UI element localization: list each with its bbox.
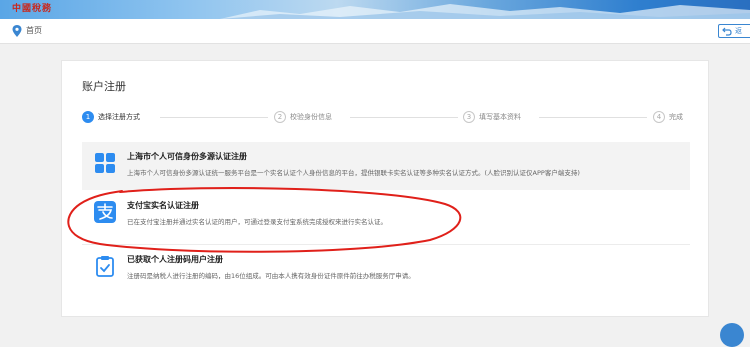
option-title: 上海市个人可信身份多源认证注册 [127,152,247,161]
grid-icon [95,153,115,173]
back-arrow-icon [722,27,732,36]
step-connector [160,117,268,118]
step-number: 1 [82,111,94,123]
step-connector [539,117,647,118]
page-title: 账户注册 [82,80,126,93]
step-number: 4 [653,111,665,123]
nav-bar: 首页 返 [0,19,750,44]
clipboard-check-icon [96,256,114,277]
step-number: 3 [463,111,475,123]
step-label: 选择注册方式 [98,113,140,121]
back-label: 返 [735,27,742,35]
step-connector [350,117,458,118]
top-banner: 中國稅務 [0,0,750,19]
option-description: 注册码是纳税人进行注册的编码，由16位组成。可由本人携有效身份证件原件前往办税服… [127,272,415,280]
site-logo: 中國稅務 [12,4,53,14]
banner-mountains-image [220,4,750,19]
step-number: 2 [274,111,286,123]
chat-float-button[interactable] [720,323,744,347]
option-title: 已获取个人注册码用户注册 [127,255,223,264]
option-trusted-identity-registration[interactable]: 上海市个人可信身份多源认证注册 上海市个人可信身份多源认证统一服务平台是一个实名… [82,142,690,190]
home-link[interactable]: 首页 [26,25,42,37]
red-circle-annotation [67,187,462,253]
location-pin-icon [12,25,22,37]
back-button[interactable]: 返 [718,24,750,38]
step-label: 完成 [669,113,683,121]
step-label: 填写基本资料 [479,113,521,121]
step-label: 校验身份信息 [290,113,332,121]
option-description: 上海市个人可信身份多源认证统一服务平台是一个实名认证个人身份信息的平台，提供银联… [127,169,580,177]
registration-steps: 1 选择注册方式 2 校验身份信息 3 填写基本资料 4 完成 [82,110,692,126]
